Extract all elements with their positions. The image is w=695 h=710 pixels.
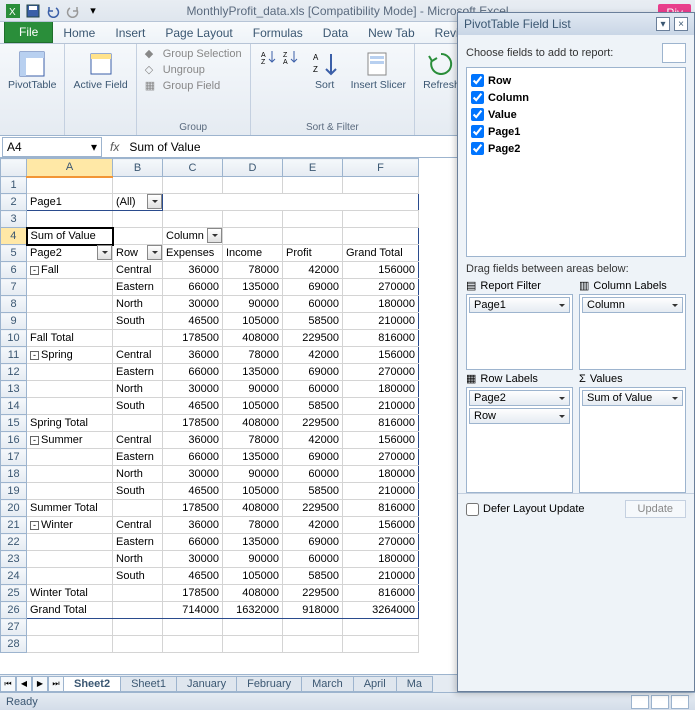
filter-icon: ▤ <box>466 279 476 292</box>
insert-slicer-button[interactable]: Insert Slicer <box>349 46 408 93</box>
tab-page-layout[interactable]: Page Layout <box>155 23 242 43</box>
svg-text:A: A <box>283 59 288 65</box>
sheet-tab[interactable]: Sheet2 <box>63 676 121 692</box>
dropdown-icon[interactable] <box>97 245 112 260</box>
svg-text:Z: Z <box>283 52 288 59</box>
group-field-button: ▦Group Field <box>143 78 244 94</box>
sigma-icon: Σ <box>579 373 586 385</box>
sheet-nav-last-icon[interactable]: ⏭ <box>48 676 64 692</box>
dropdown-icon[interactable] <box>147 194 162 209</box>
active-field-button[interactable]: Active Field <box>71 46 129 93</box>
area-token[interactable]: Row <box>469 408 570 424</box>
sheet-nav-next-icon[interactable]: ▶ <box>32 676 48 692</box>
update-button[interactable]: Update <box>625 500 686 518</box>
field-checkbox[interactable]: Page1 <box>471 123 681 140</box>
pane-close-icon[interactable]: × <box>674 17 688 31</box>
column-labels-box[interactable]: Column <box>579 294 686 370</box>
sheet-tab[interactable]: January <box>176 676 237 692</box>
defer-label: Defer Layout Update <box>483 503 585 515</box>
status-bar: Ready <box>0 692 695 710</box>
columns-icon: ▥ <box>579 279 589 292</box>
tab-formulas[interactable]: Formulas <box>243 23 313 43</box>
tab-insert[interactable]: Insert <box>105 23 155 43</box>
svg-text:X: X <box>9 7 16 18</box>
rows-icon: ▦ <box>466 372 476 385</box>
layout-picker-icon[interactable] <box>662 43 686 63</box>
field-checkbox[interactable]: Column <box>471 89 681 106</box>
row-labels-box[interactable]: Page2 Row <box>466 387 573 493</box>
save-icon[interactable] <box>24 2 42 20</box>
pane-menu-icon[interactable]: ▾ <box>656 17 670 31</box>
pivottable-button[interactable]: PivotTable <box>6 46 58 93</box>
sheet-tab[interactable]: February <box>236 676 302 692</box>
spreadsheet-grid[interactable]: ABCDEF12Page1(All)34Sum of ValueColumn5P… <box>0 158 450 674</box>
sort-button[interactable]: AZ Sort <box>305 46 345 93</box>
undo-icon[interactable] <box>44 2 62 20</box>
tab-home[interactable]: Home <box>53 23 105 43</box>
pane-title: PivotTable Field List <box>464 17 571 31</box>
svg-text:A: A <box>313 53 319 62</box>
status-text: Ready <box>6 696 38 708</box>
sheet-tab[interactable]: March <box>301 676 354 692</box>
dropdown-icon[interactable] <box>207 228 222 243</box>
dropdown-icon[interactable] <box>147 245 162 260</box>
view-break-icon[interactable] <box>671 695 689 709</box>
choose-label: Choose fields to add to report: <box>466 47 613 59</box>
area-token[interactable]: Sum of Value <box>582 390 683 406</box>
area-token[interactable]: Page2 <box>469 390 570 406</box>
ungroup-button: ◇Ungroup <box>143 62 244 78</box>
sheet-nav-first-icon[interactable]: ⏮ <box>0 676 16 692</box>
values-box[interactable]: Sum of Value <box>579 387 686 493</box>
svg-text:A: A <box>261 52 266 59</box>
area-token[interactable]: Column <box>582 297 683 313</box>
qat-more-icon[interactable]: ▾ <box>84 2 102 20</box>
excel-icon[interactable]: X <box>4 2 22 20</box>
pivottable-field-list: PivotTable Field List ▾ × Choose fields … <box>457 12 695 692</box>
sort-asc-button[interactable]: AZ <box>257 46 279 68</box>
field-checkbox[interactable]: Value <box>471 106 681 123</box>
field-checkbox[interactable]: Row <box>471 72 681 89</box>
name-box[interactable]: A4▾ <box>2 137 102 157</box>
svg-text:Z: Z <box>313 65 318 74</box>
file-tab[interactable]: File <box>4 21 53 43</box>
refresh-button[interactable]: Refresh <box>421 46 462 93</box>
sheet-tab[interactable]: April <box>353 676 397 692</box>
area-token[interactable]: Page1 <box>469 297 570 313</box>
field-checkbox[interactable]: Page2 <box>471 140 681 157</box>
tab-data[interactable]: Data <box>313 23 358 43</box>
redo-icon[interactable] <box>64 2 82 20</box>
fx-icon[interactable]: fx <box>104 140 125 154</box>
report-filter-box[interactable]: Page1 <box>466 294 573 370</box>
sort-desc-button[interactable]: ZA <box>279 46 301 68</box>
defer-checkbox[interactable] <box>466 503 479 516</box>
drag-label: Drag fields between areas below: <box>458 257 694 277</box>
sheet-nav-prev-icon[interactable]: ◀ <box>16 676 32 692</box>
group-selection-button: ◆Group Selection <box>143 46 244 62</box>
sheet-tab[interactable]: Ma <box>396 676 433 692</box>
sheet-tab[interactable]: Sheet1 <box>120 676 177 692</box>
view-normal-icon[interactable] <box>631 695 649 709</box>
svg-text:Z: Z <box>261 59 266 65</box>
tab-new[interactable]: New Tab <box>358 23 424 43</box>
field-checklist[interactable]: Row Column Value Page1 Page2 <box>466 67 686 257</box>
view-layout-icon[interactable] <box>651 695 669 709</box>
